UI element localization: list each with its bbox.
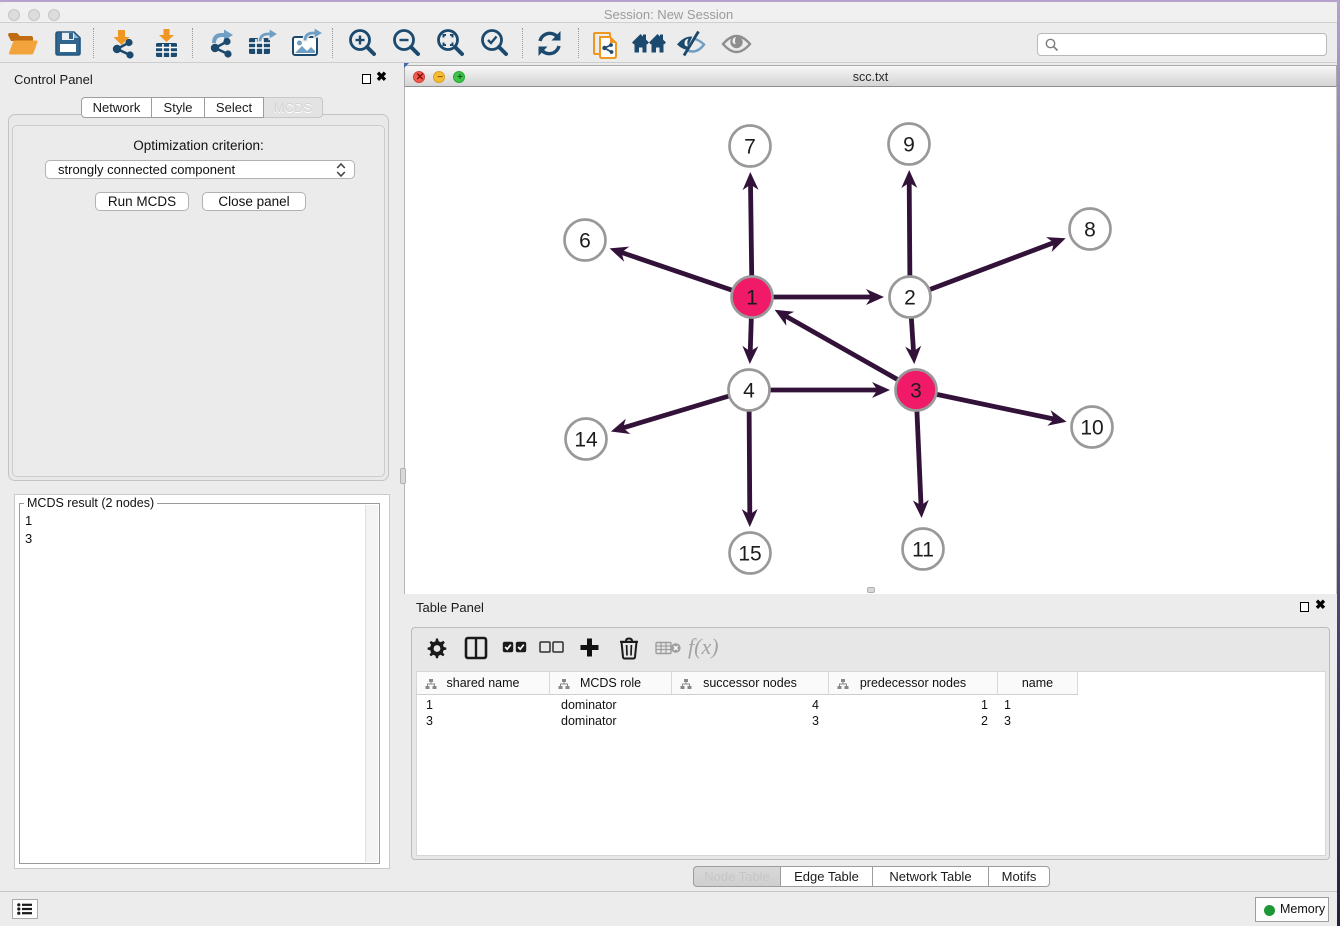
- svg-text:6: 6: [579, 230, 591, 253]
- svg-text:15: 15: [738, 543, 761, 566]
- svg-text:14: 14: [574, 429, 598, 452]
- svg-text:9: 9: [903, 134, 915, 157]
- svg-text:10: 10: [1080, 417, 1103, 440]
- svg-text:1: 1: [746, 287, 758, 310]
- svg-text:7: 7: [744, 136, 756, 159]
- svg-text:3: 3: [910, 380, 922, 403]
- svg-text:2: 2: [904, 287, 916, 310]
- svg-text:8: 8: [1084, 219, 1096, 242]
- svg-text:4: 4: [743, 380, 755, 403]
- svg-text:11: 11: [912, 539, 934, 562]
